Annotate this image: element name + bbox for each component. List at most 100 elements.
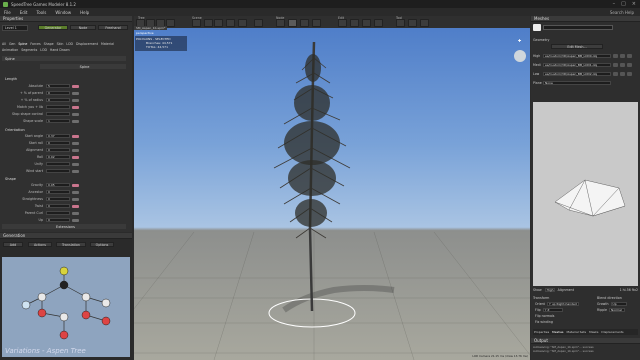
extensions-header[interactable]: Extensions	[2, 224, 126, 229]
frond-node-icon[interactable]	[101, 316, 111, 326]
tab-hand-drawn[interactable]: Hand Drawn	[50, 48, 70, 52]
frond-node-icon[interactable]	[81, 310, 91, 320]
property-value-field[interactable]: 5	[46, 84, 70, 88]
curve-swatch-icon[interactable]	[72, 211, 79, 215]
menu-tools[interactable]: Tools	[36, 10, 46, 15]
tab-masks[interactable]: Masks	[589, 330, 598, 334]
curve-swatch-icon[interactable]	[72, 98, 79, 102]
curve-swatch-icon[interactable]	[72, 148, 79, 152]
3d-viewport[interactable]: SM_Aspen_1b.spm* perspective POLYGONS - …	[134, 26, 530, 360]
mesh-action-icon[interactable]	[627, 54, 632, 58]
fix-winding[interactable]: Fix winding	[535, 320, 553, 324]
tree-node-icon[interactable]	[59, 266, 69, 276]
mesh-action-icon[interactable]	[620, 63, 625, 67]
alignment-label[interactable]: Alignment	[558, 288, 574, 292]
mesh-preview[interactable]	[533, 102, 638, 286]
mesh-action-icon[interactable]	[613, 54, 618, 58]
mesh-file-field[interactable]: es/Custom/3D/Aspen_BB_LOD2.obj	[543, 72, 611, 76]
frond-node-icon[interactable]	[37, 308, 47, 318]
curve-swatch-icon[interactable]	[72, 112, 79, 116]
menu-edit[interactable]: Edit	[20, 10, 28, 15]
close-icon[interactable]: ×	[632, 1, 636, 7]
flip-normals[interactable]: Flip normals	[535, 314, 554, 318]
mesh-select[interactable]	[543, 25, 613, 30]
tab-skin[interactable]: Skin	[57, 42, 64, 46]
toolbar-button-icon[interactable]	[204, 19, 213, 27]
tab-properties[interactable]: Properties	[534, 330, 549, 334]
search-help[interactable]: Search Help	[610, 10, 634, 15]
property-value-field[interactable]: 0.02	[46, 155, 70, 159]
mesh-action-icon[interactable]	[613, 63, 618, 67]
curve-swatch-icon[interactable]	[72, 162, 79, 166]
translation-button[interactable]: Translation	[56, 242, 86, 247]
property-value-field[interactable]	[46, 162, 70, 166]
toolbar-button-icon[interactable]	[420, 19, 429, 27]
property-value-field[interactable]: 0	[46, 91, 70, 95]
curve-swatch-icon[interactable]	[72, 141, 79, 145]
property-value-field[interactable]: 0	[46, 98, 70, 102]
toolbar-button-icon[interactable]	[374, 19, 383, 27]
menu-help[interactable]: Help	[80, 10, 89, 15]
branch-node-icon[interactable]	[81, 292, 91, 302]
toolbar-button-icon[interactable]	[226, 19, 235, 27]
mode-generator[interactable]: Generator	[38, 25, 68, 30]
tab-displacements[interactable]: Displacements	[601, 330, 623, 334]
mesh-action-icon[interactable]	[613, 72, 618, 76]
mesh-action-icon[interactable]	[620, 54, 625, 58]
property-value-field[interactable]: 0	[46, 204, 70, 208]
mesh-file-field[interactable]: es/Custom/3D/Aspen_BB_LOD0.obj	[543, 54, 611, 58]
orbit-gizmo-icon[interactable]	[514, 50, 526, 62]
tab-forces[interactable]: Forces	[30, 42, 40, 46]
mesh-file-field[interactable]: es/Custom/3D/Aspen_BB_LOD1.obj	[543, 63, 611, 67]
edit-mesh-button[interactable]: Edit Mesh...	[551, 44, 603, 49]
minimize-icon[interactable]: –	[613, 1, 616, 7]
property-value-field[interactable]: 1	[46, 119, 70, 123]
hand-tool-icon[interactable]	[533, 24, 541, 31]
toolbar-button-icon[interactable]	[276, 19, 285, 27]
property-value-field[interactable]: 0	[46, 148, 70, 152]
curve-swatch-icon[interactable]	[72, 155, 79, 159]
ripple-select[interactable]: Normal	[609, 308, 625, 312]
property-value-field[interactable]	[46, 112, 70, 116]
toolbar-button-icon[interactable]	[300, 19, 309, 27]
property-value-field[interactable]: 0	[46, 190, 70, 194]
curve-swatch-icon[interactable]	[72, 91, 79, 95]
branch-node-icon[interactable]	[59, 312, 69, 322]
show-select[interactable]: High	[544, 288, 555, 292]
level-select[interactable]: Level 1	[2, 25, 28, 31]
actions-button[interactable]: Actions	[28, 242, 52, 247]
tab-material-sets[interactable]: Material Sets	[566, 330, 586, 334]
generation-graph[interactable]: Variations - Aspen Tree	[2, 257, 130, 357]
property-value-field[interactable]: 0	[46, 197, 70, 201]
mesh-action-icon[interactable]	[627, 72, 632, 76]
toolbar-button-icon[interactable]	[396, 19, 405, 27]
leaf-node-icon[interactable]	[21, 300, 31, 310]
toolbar-button-icon[interactable]	[288, 19, 297, 27]
options-button[interactable]: Options	[90, 242, 114, 247]
toolbar-button-icon[interactable]	[408, 19, 417, 27]
tab-material[interactable]: Material	[101, 42, 114, 46]
curve-swatch-icon[interactable]	[72, 190, 79, 194]
toolbar-button-icon[interactable]	[362, 19, 371, 27]
tab-all[interactable]: All	[2, 42, 6, 46]
mode-node[interactable]: Node	[70, 25, 96, 30]
toolbar-button-icon[interactable]	[238, 19, 247, 27]
curve-swatch-icon[interactable]	[72, 218, 79, 222]
orient-select[interactable]: Y up Right-handed	[546, 302, 579, 306]
property-value-field[interactable]: 0	[46, 141, 70, 145]
tab-gen[interactable]: Gen	[9, 42, 15, 46]
tab-lod[interactable]: LOD	[66, 42, 73, 46]
tab-shape[interactable]: Shape	[44, 42, 54, 46]
toolbar-button-icon[interactable]	[254, 19, 263, 27]
property-value-field[interactable]	[46, 211, 70, 215]
tab-spine[interactable]: Spine	[18, 42, 27, 46]
add-button[interactable]: Add	[3, 242, 23, 247]
toolbar-button-icon[interactable]	[192, 19, 201, 27]
flip-select[interactable]: Y Z	[542, 308, 563, 312]
trunk-node-icon[interactable]	[59, 280, 69, 290]
tab-meshes[interactable]: Meshes	[552, 330, 563, 334]
curve-swatch-icon[interactable]	[72, 204, 79, 208]
curve-swatch-icon[interactable]	[72, 105, 79, 109]
property-value-field[interactable]: 0	[46, 218, 70, 222]
growth-select[interactable]: Up	[610, 302, 627, 306]
